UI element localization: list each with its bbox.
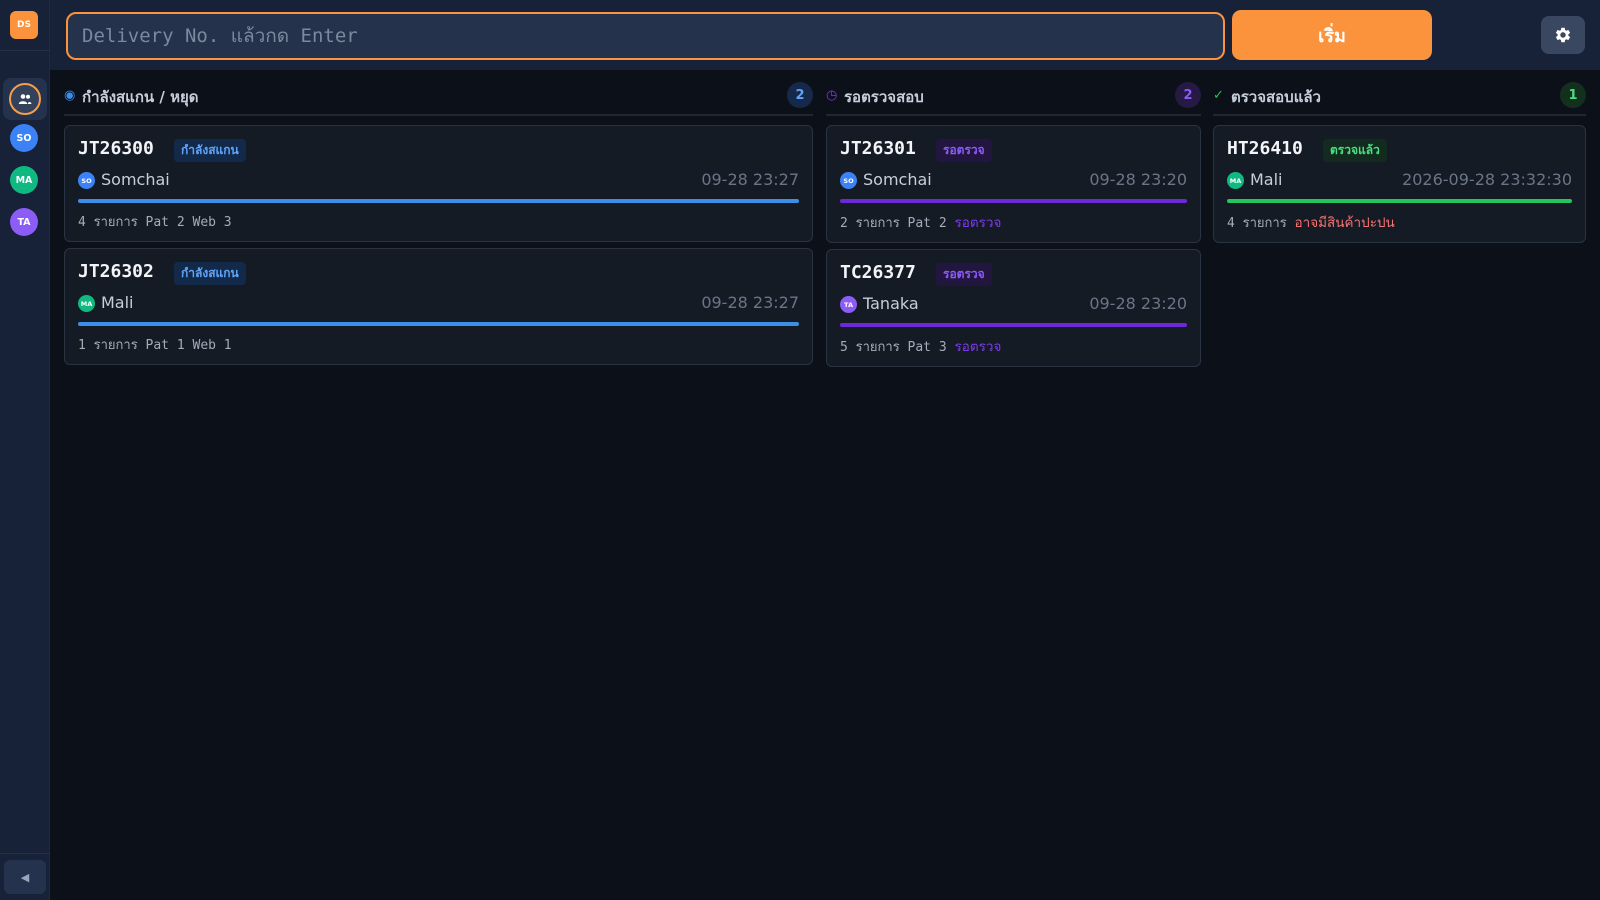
timestamp: 09-28 23:27 (701, 170, 799, 189)
avatar: SO (840, 172, 857, 189)
delivery-number: JT26301 (840, 138, 916, 159)
avatar: MA (1227, 172, 1244, 189)
settings-button[interactable] (1541, 16, 1585, 54)
sidebar-divider (0, 50, 50, 51)
column-count-badge: 2 (1175, 82, 1201, 108)
gear-icon (1555, 27, 1571, 43)
status-badge: รอตรวจ (936, 263, 992, 286)
column-count-badge: 1 (1560, 82, 1586, 108)
item-summary: 2 รายการ Pat 2 รอตรวจ (840, 215, 1002, 231)
warning-text: อาจมีสินค้าปะปน (1294, 215, 1395, 231)
start-button[interactable]: เริ่ม (1232, 10, 1432, 60)
status-badge: กำลังสแกน (174, 262, 246, 285)
delivery-number: TC26377 (840, 262, 916, 283)
status-badge: รอตรวจ (936, 139, 992, 162)
avatar: TA (840, 296, 857, 313)
item-summary: 4 รายการ อาจมีสินค้าปะปน (1227, 215, 1395, 231)
column-title: ตรวจสอบแล้ว (1231, 88, 1321, 106)
sidebar-divider (0, 853, 50, 854)
timestamp: 2026-09-28 23:32:30 (1402, 170, 1572, 189)
top-bar: เริ่ม (50, 0, 1600, 70)
users-icon (9, 83, 41, 115)
avatar: SO (78, 172, 95, 189)
delivery-number: JT26302 (78, 261, 154, 282)
clock-icon: ◷ (826, 88, 838, 103)
item-summary: 4 รายการ Pat 2 Web 3 (78, 215, 232, 230)
chevron-left-icon: ◀ (20, 870, 30, 884)
check-icon: ✓ (1213, 88, 1224, 103)
timestamp: 09-28 23:20 (1089, 170, 1187, 189)
delivery-number-input[interactable] (66, 12, 1225, 60)
user-name: Mali (1250, 170, 1283, 189)
delivery-card[interactable]: JT26300 กำลังสแกน SO Somchai 09-28 23:27… (64, 125, 813, 242)
user-name: Mali (101, 293, 134, 312)
collapse-sidebar-button[interactable]: ◀ (4, 860, 46, 894)
delivery-card[interactable]: TC26377 รอตรวจ TA Tanaka 09-28 23:20 5 ร… (826, 249, 1201, 367)
status-badge: ตรวจแล้ว (1323, 139, 1387, 162)
sidebar: DS SO MA TA ◀ (0, 0, 50, 900)
user-name: Somchai (101, 170, 170, 189)
progress-bar (1227, 199, 1572, 203)
timestamp: 09-28 23:20 (1089, 294, 1187, 313)
column-header-verified: ✓ ตรวจสอบแล้ว 1 (1213, 80, 1586, 116)
progress-bar (78, 322, 799, 326)
progress-bar (840, 199, 1187, 203)
status-text: รอตรวจ (954, 339, 1002, 355)
user-name: Somchai (863, 170, 932, 189)
status-badge: กำลังสแกน (174, 139, 246, 162)
scanning-icon: ◉ (64, 88, 76, 103)
sidebar-user-avatar[interactable]: SO (10, 124, 38, 152)
status-text: รอตรวจ (954, 215, 1002, 231)
item-summary: 5 รายการ Pat 3 รอตรวจ (840, 339, 1002, 355)
app-logo: DS (10, 11, 38, 39)
delivery-card[interactable]: JT26302 กำลังสแกน MA Mali 09-28 23:27 1 … (64, 248, 813, 365)
column-title: กำลังสแกน / หยุด (82, 88, 199, 106)
delivery-card[interactable]: JT26301 รอตรวจ SO Somchai 09-28 23:20 2 … (826, 125, 1201, 243)
progress-bar (840, 323, 1187, 327)
progress-bar (78, 199, 799, 203)
delivery-card[interactable]: HT26410 ตรวจแล้ว MA Mali 2026-09-28 23:3… (1213, 125, 1586, 243)
sidebar-user-avatar[interactable]: MA (10, 166, 38, 194)
user-name: Tanaka (863, 294, 919, 313)
sidebar-item-all-users[interactable] (3, 78, 47, 120)
item-summary: 1 รายการ Pat 1 Web 1 (78, 338, 232, 353)
avatar: MA (78, 295, 95, 312)
delivery-number: HT26410 (1227, 138, 1303, 159)
delivery-number: JT26300 (78, 138, 154, 159)
timestamp: 09-28 23:27 (701, 293, 799, 312)
sidebar-user-avatar[interactable]: TA (10, 208, 38, 236)
column-count-badge: 2 (787, 82, 813, 108)
column-header-scanning: ◉ กำลังสแกน / หยุด 2 (64, 80, 813, 116)
column-header-pending: ◷ รอตรวจสอบ 2 (826, 80, 1201, 116)
column-title: รอตรวจสอบ (844, 88, 924, 106)
